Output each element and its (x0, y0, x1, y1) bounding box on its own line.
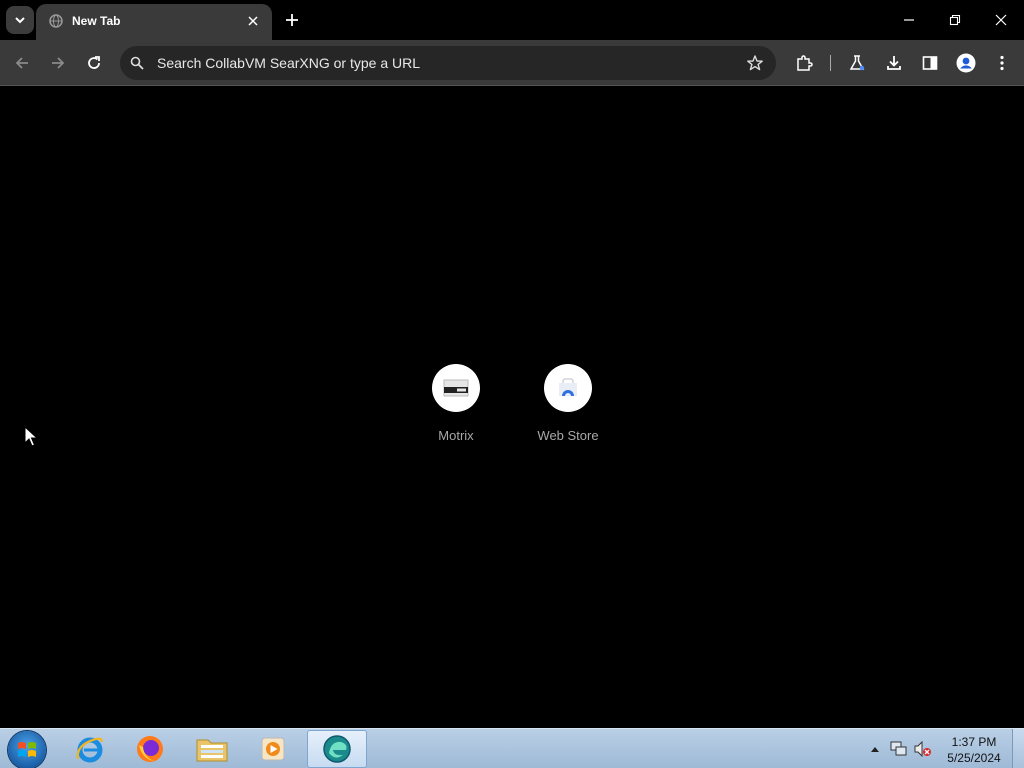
forward-button[interactable] (44, 49, 72, 77)
tray-volume-muted[interactable] (912, 729, 934, 768)
taskbar-media-player[interactable] (243, 730, 303, 768)
search-icon (130, 56, 144, 70)
globe-icon (49, 14, 63, 28)
clock-date: 5/25/2024 (947, 751, 1001, 765)
menu-button[interactable] (988, 49, 1016, 77)
side-panel-button[interactable] (916, 49, 944, 77)
avatar-icon (956, 53, 976, 73)
side-panel-icon (922, 56, 938, 70)
chevron-down-icon (15, 17, 25, 24)
shortcut-label: Web Store (537, 428, 599, 443)
arrow-left-icon (15, 57, 28, 69)
restore-icon (949, 14, 961, 26)
download-icon (887, 56, 901, 70)
shortcut-label: Motrix (438, 428, 474, 443)
motrix-icon (443, 379, 469, 397)
start-button[interactable] (8, 731, 46, 768)
media-player-icon (261, 737, 285, 761)
taskbar-edge[interactable] (307, 730, 367, 768)
edge-icon (323, 735, 351, 763)
tray-network[interactable] (888, 729, 910, 768)
shortcut-motrix[interactable]: Motrix (406, 364, 506, 454)
windows-logo-icon (18, 742, 36, 757)
mouse-cursor-icon (24, 426, 38, 447)
taskbar-internet-explorer[interactable] (60, 730, 120, 768)
tab-new-tab[interactable]: New Tab (36, 4, 272, 40)
shortcut-icon-circle (544, 364, 592, 412)
minimize-icon (904, 19, 914, 21)
shortcut-web-store[interactable]: Web Store (518, 364, 618, 454)
show-desktop-button[interactable] (1012, 729, 1024, 768)
shortcut-icon-circle (432, 364, 480, 412)
flask-icon (849, 55, 865, 71)
profile-button[interactable] (952, 49, 980, 77)
screen: New Tab Search CollabVM SearXNG or type … (0, 0, 1024, 768)
reload-icon (88, 56, 100, 69)
more-vertical-icon (1000, 55, 1004, 71)
puzzle-icon (797, 55, 813, 71)
address-bar[interactable]: Search CollabVM SearXNG or type a URL (120, 46, 776, 80)
system-clock[interactable]: 1:37 PM 5/25/2024 (938, 734, 1010, 766)
folder-icon (196, 739, 228, 762)
tab-title: New Tab (72, 14, 121, 28)
extensions-button[interactable] (790, 49, 818, 77)
taskbar: 1:37 PM 5/25/2024 (0, 728, 1024, 768)
chevron-up-icon (871, 747, 879, 752)
bookmark-star-icon[interactable] (746, 54, 764, 72)
firefox-icon (137, 736, 163, 762)
minimize-button[interactable] (886, 0, 932, 40)
plus-icon (286, 14, 298, 26)
address-bar-placeholder: Search CollabVM SearXNG or type a URL (157, 55, 420, 71)
tab-search-button[interactable] (6, 6, 34, 34)
internet-explorer-icon (76, 737, 104, 763)
reload-button[interactable] (80, 49, 108, 77)
browser-toolbar: Search CollabVM SearXNG or type a URL (0, 40, 1024, 86)
close-icon (248, 16, 258, 26)
new-tab-button[interactable] (280, 8, 304, 32)
arrow-right-icon (52, 57, 65, 69)
close-icon (995, 14, 1007, 26)
taskbar-firefox[interactable] (120, 730, 180, 768)
close-window-button[interactable] (978, 0, 1024, 40)
web-store-icon (559, 378, 577, 396)
tab-strip: New Tab (0, 0, 1024, 40)
labs-button[interactable] (843, 49, 871, 77)
restore-button[interactable] (932, 0, 978, 40)
clock-time: 1:37 PM (951, 735, 997, 749)
tab-close-button[interactable] (244, 12, 262, 30)
network-icon (890, 741, 907, 756)
taskbar-file-explorer[interactable] (182, 730, 242, 768)
downloads-button[interactable] (880, 49, 908, 77)
back-button[interactable] (8, 49, 36, 77)
tray-overflow-button[interactable] (868, 729, 882, 768)
toolbar-separator (830, 55, 831, 71)
volume-muted-icon (914, 741, 931, 757)
